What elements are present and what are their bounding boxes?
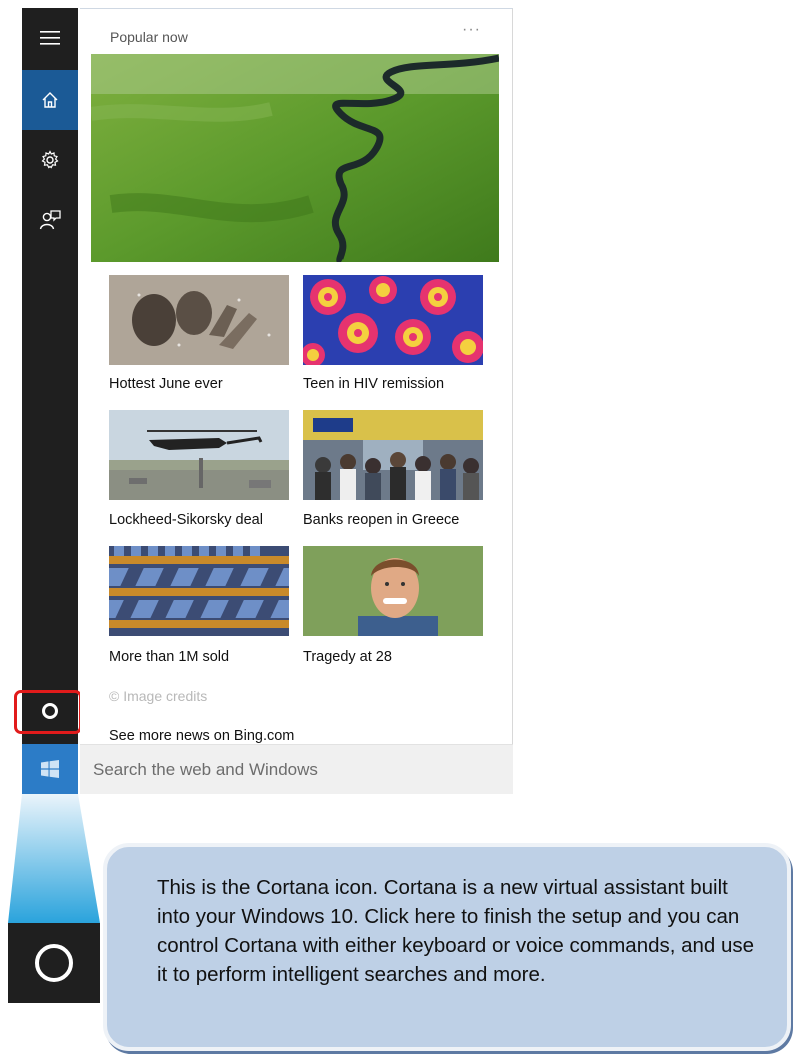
news-tile-image-3[interactable]	[109, 410, 289, 500]
cortana-enlarged-icon	[8, 923, 100, 1003]
search-box[interactable]: Search the web and Windows	[80, 744, 513, 794]
news-tile-image-6[interactable]	[303, 546, 483, 636]
news-caption-5[interactable]: More than 1M sold	[109, 649, 229, 665]
river-landscape-image	[91, 54, 499, 262]
hamburger-menu-icon	[40, 31, 60, 45]
search-placeholder: Search the web and Windows	[93, 759, 318, 779]
start-button[interactable]	[22, 744, 78, 794]
news-tile-image-1[interactable]	[109, 275, 289, 365]
news-tile-image-4[interactable]	[303, 410, 483, 500]
news-caption-3[interactable]: Lockheed-Sikorsky deal	[109, 512, 263, 528]
gear-icon	[41, 150, 59, 169]
feedback-button[interactable]	[22, 190, 78, 250]
hamburger-menu-button[interactable]	[22, 8, 78, 68]
left-rail	[22, 8, 78, 744]
see-more-news-link[interactable]: See more news on Bing.com	[109, 728, 294, 744]
settings-button[interactable]	[22, 130, 78, 190]
more-options-button[interactable]: ···	[462, 21, 481, 39]
news-tile-image-5[interactable]	[109, 546, 289, 636]
news-caption-6[interactable]: Tragedy at 28	[303, 649, 392, 665]
news-tile-image-2[interactable]	[303, 275, 483, 365]
feedback-icon	[39, 210, 61, 230]
cortana-highlight-box	[14, 690, 82, 734]
news-caption-2[interactable]: Teen in HIV remission	[303, 376, 444, 392]
hero-image[interactable]	[91, 54, 499, 262]
windows-logo-icon	[41, 760, 59, 778]
callout-text: This is the Cortana icon. Cortana is a n…	[157, 876, 755, 986]
home-icon	[42, 92, 58, 108]
panel-title: Popular now	[110, 29, 188, 45]
news-caption-1[interactable]: Hottest June ever	[109, 376, 223, 392]
image-credits-link[interactable]: © Image credits	[109, 688, 207, 704]
news-caption-4[interactable]: Banks reopen in Greece	[303, 512, 459, 528]
home-button[interactable]	[22, 70, 78, 130]
cortana-circle-icon-large	[35, 944, 73, 982]
callout-bubble: This is the Cortana icon. Cortana is a n…	[103, 843, 791, 1051]
